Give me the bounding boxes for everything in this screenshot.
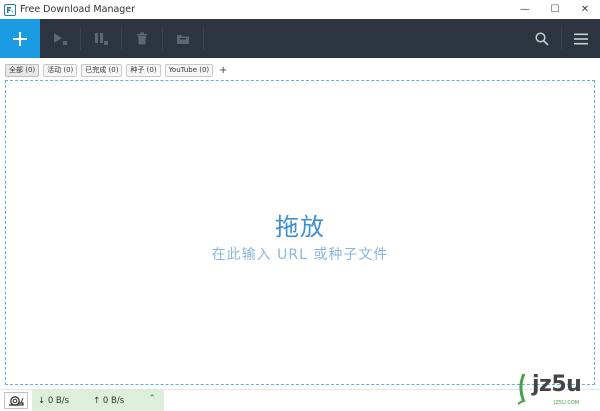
window-controls: — ☐ ✕	[510, 0, 600, 19]
watermark-url: JZ5U.COM	[554, 400, 580, 406]
tab-all[interactable]: 全部 (0)	[5, 64, 40, 77]
start-button[interactable]	[40, 19, 80, 58]
app-logo-icon	[4, 3, 16, 16]
minimize-button[interactable]: —	[510, 0, 540, 19]
drop-zone-subtitle: 在此输入 URL 或种子文件	[211, 247, 389, 263]
add-tab-button[interactable]: +	[217, 65, 229, 77]
folder-icon	[177, 34, 189, 44]
menu-icon	[574, 33, 588, 44]
add-icon	[13, 31, 27, 46]
drop-zone[interactable]: 拖放 在此输入 URL 或种子文件	[5, 80, 595, 385]
search-button[interactable]	[523, 19, 561, 58]
maximize-button[interactable]: ☐	[540, 0, 570, 19]
drop-zone-title: 拖放	[275, 213, 325, 241]
upload-speed: ↑ 0 B/s	[93, 395, 125, 406]
title-bar: Free Download Manager — ☐ ✕	[0, 0, 600, 19]
toolbar-right	[523, 19, 600, 58]
start-icon	[54, 32, 67, 45]
search-icon	[535, 31, 549, 46]
open-folder-button[interactable]	[163, 19, 203, 58]
watermark: jz5u JZ5U.COM	[514, 372, 594, 408]
watermark-leaf-icon	[517, 373, 526, 405]
snail-icon	[8, 395, 24, 406]
tab-completed[interactable]: 已完成 (0)	[81, 64, 123, 77]
download-speed: ↓ 0 B/s	[38, 395, 70, 406]
delete-button[interactable]	[122, 19, 162, 58]
tab-youtube[interactable]: YouTube (0)	[164, 64, 214, 77]
add-download-button[interactable]	[0, 19, 40, 58]
speed-panel[interactable]: ↓ 0 B/s ↑ 0 B/s ⌃	[32, 390, 164, 411]
speed-mode-button[interactable]	[4, 392, 28, 409]
toolbar-divider	[203, 27, 204, 50]
pause-icon	[95, 32, 108, 45]
filter-tabs: 全部 (0) 活动 (0) 已完成 (0) 种子 (0) YouTube (0)…	[5, 64, 229, 77]
status-bar: ↓ 0 B/s ↑ 0 B/s ⌃	[0, 389, 600, 411]
close-button[interactable]: ✕	[570, 0, 600, 19]
menu-button[interactable]	[562, 19, 600, 58]
tab-active[interactable]: 活动 (0)	[43, 64, 78, 77]
watermark-text: jz5u	[532, 372, 582, 397]
toolbar	[0, 19, 600, 58]
trash-icon	[137, 32, 147, 45]
tab-torrents[interactable]: 种子 (0)	[126, 64, 161, 77]
window-title: Free Download Manager	[20, 4, 136, 15]
pause-button[interactable]	[81, 19, 121, 58]
chevron-up-icon[interactable]: ⌃	[148, 394, 156, 404]
